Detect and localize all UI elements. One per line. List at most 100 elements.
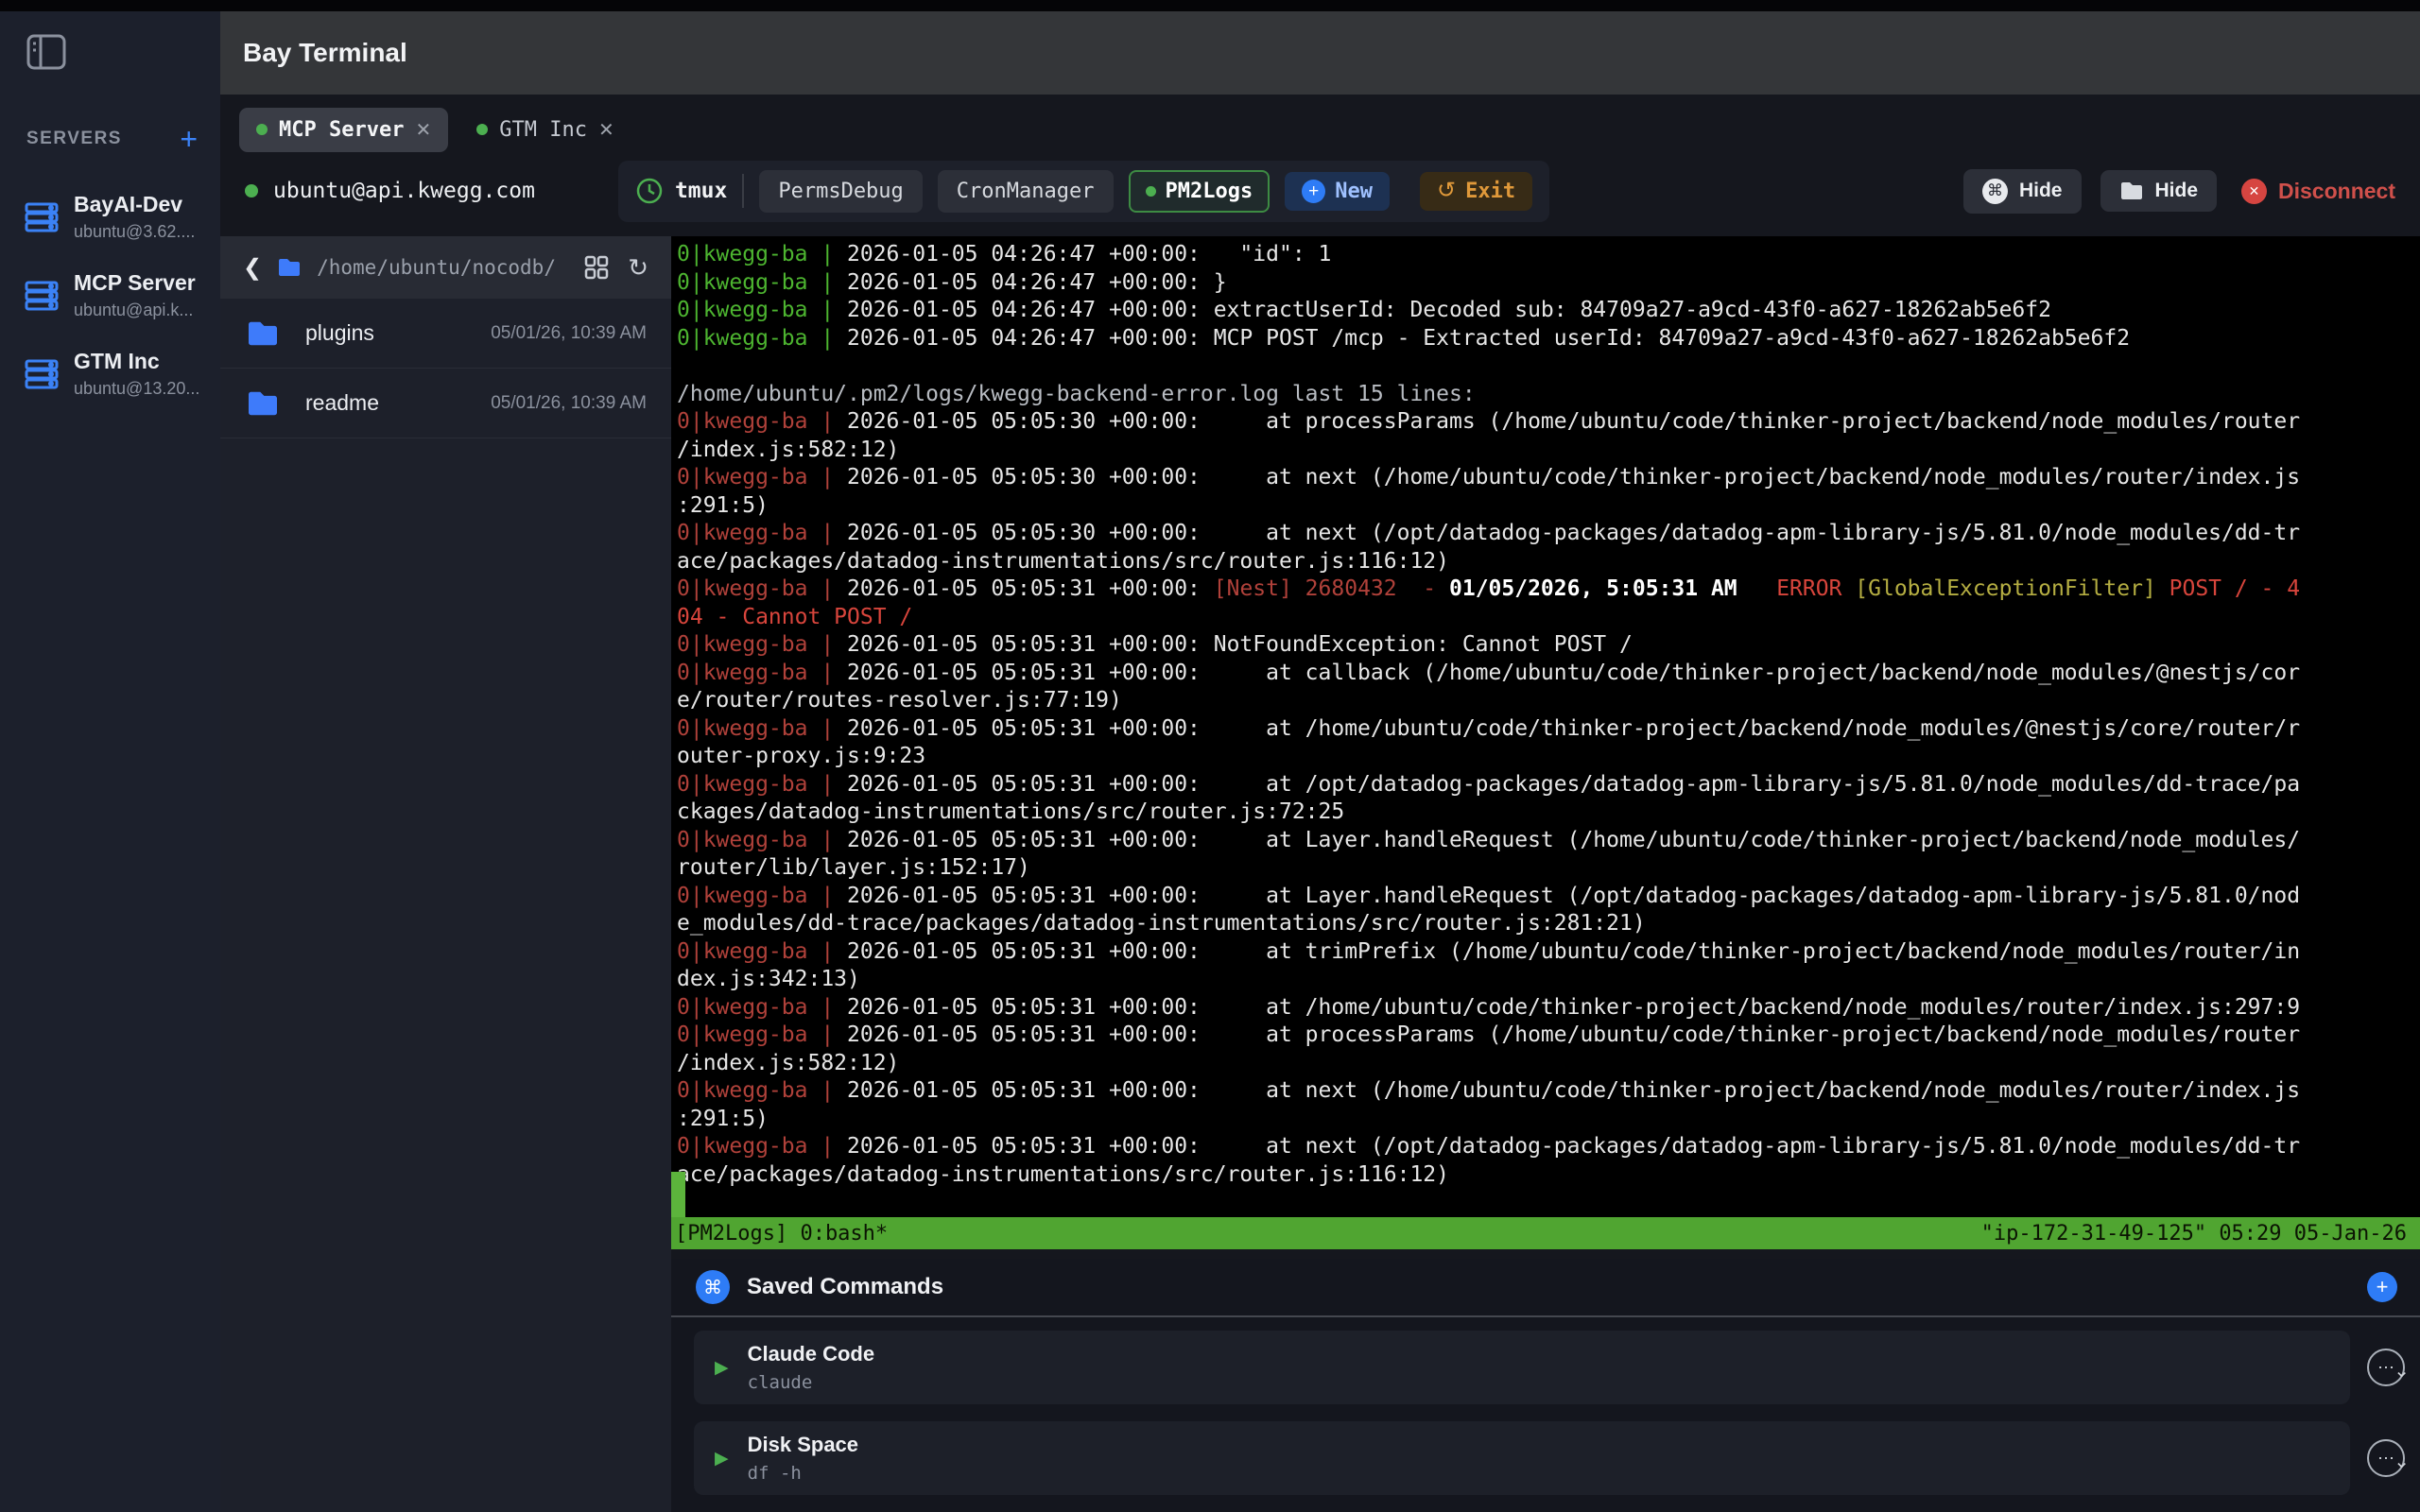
server-item-bayai-dev[interactable]: BayAI-Dev ubuntu@3.62.... — [0, 178, 220, 256]
connection-host-label: ubuntu@api.kwegg.com — [273, 179, 535, 203]
saved-command-claude-code[interactable]: ▶ Claude Code claude — [694, 1331, 2350, 1404]
server-item-gtm-inc[interactable]: GTM Inc ubuntu@13.20... — [0, 335, 220, 413]
folder-icon — [2119, 180, 2144, 201]
clock-icon — [635, 177, 664, 205]
path-bar: ❮ /home/ubuntu/nocodb/ ↻ — [220, 236, 671, 299]
add-server-button[interactable]: + — [180, 129, 198, 148]
tab-mcp-server[interactable]: MCP Server ✕ — [239, 108, 448, 152]
saved-commands-title: Saved Commands — [747, 1274, 2367, 1300]
terminal-cursor — [671, 1172, 685, 1217]
saved-commands-header: ⌘ Saved Commands + — [671, 1259, 2420, 1317]
session-label: PM2Logs — [1166, 180, 1253, 203]
tmux-button[interactable]: tmux — [635, 177, 727, 205]
server-host: ubuntu@api.k... — [74, 301, 196, 320]
hide-label: Hide — [2155, 180, 2199, 202]
file-modified-date: 05/01/26, 10:39 AM — [491, 393, 647, 414]
command-text: df -h — [748, 1463, 858, 1484]
tmux-status-left: [PM2Logs] 0:bash* — [675, 1222, 888, 1246]
session-button-pm2logs[interactable]: PM2Logs — [1129, 170, 1270, 213]
page-title: Bay Terminal — [243, 38, 407, 68]
connection-status-dot-icon — [476, 124, 488, 135]
command-options-icon[interactable]: ⋯ ⌄ — [2367, 1439, 2405, 1477]
tmux-session-group: tmux PermsDebug CronManager PM2Logs + Ne… — [618, 161, 1549, 222]
new-session-label: New — [1335, 180, 1373, 203]
server-icon — [25, 359, 59, 389]
disconnect-label: Disconnect — [2278, 179, 2395, 204]
file-name: plugins — [305, 320, 491, 346]
file-row-plugins[interactable]: plugins 05/01/26, 10:39 AM — [220, 299, 671, 369]
session-button-cronmanager[interactable]: CronManager — [938, 170, 1114, 213]
back-chevron-icon[interactable]: ❮ — [243, 254, 262, 282]
server-name: MCP Server — [74, 270, 196, 296]
saved-command-disk-space[interactable]: ▶ Disk Space df -h — [694, 1421, 2350, 1495]
sidebar-toggle-button[interactable] — [26, 34, 220, 70]
plus-circle-icon: + — [1302, 180, 1325, 203]
command-text: claude — [748, 1372, 874, 1393]
x-circle-icon: ✕ — [2241, 179, 2267, 204]
main-area: MCP Server ✕ GTM Inc ✕ ubuntu@api.kwegg.… — [220, 94, 2420, 1512]
play-icon[interactable]: ▶ — [715, 1448, 729, 1469]
close-icon[interactable]: ✕ — [415, 118, 431, 142]
folder-icon — [245, 389, 281, 418]
server-host: ubuntu@13.20... — [74, 379, 199, 399]
file-browser-panel: ❮ /home/ubuntu/nocodb/ ↻ plugins 05/01 — [220, 236, 671, 1512]
chevron-down-icon: ⌄ — [2394, 1450, 2410, 1473]
hide-label: Hide — [2019, 180, 2063, 202]
exit-arrow-icon: ↺ — [1437, 180, 1456, 202]
tmux-status-right: "ip-172-31-49-125" 05:29 05-Jan-26 — [1981, 1222, 2407, 1246]
server-name: GTM Inc — [74, 349, 199, 374]
server-icon — [25, 281, 59, 311]
server-icon — [25, 202, 59, 232]
tmux-status-bar: [PM2Logs] 0:bash* "ip-172-31-49-125" 05:… — [671, 1217, 2420, 1249]
server-name: BayAI-Dev — [74, 192, 195, 217]
tab-label: MCP Server — [279, 118, 404, 142]
hide-files-button[interactable]: Hide — [2100, 170, 2218, 212]
new-session-button[interactable]: + New — [1285, 172, 1390, 211]
command-name: Claude Code — [748, 1342, 874, 1366]
chevron-down-icon: ⌄ — [2394, 1359, 2410, 1383]
plus-icon: + — [180, 122, 198, 156]
terminal-pane[interactable]: 0|kwegg-ba | 2026-01-05 04:26:47 +00:00:… — [671, 236, 2420, 1249]
current-path: /home/ubuntu/nocodb/ — [317, 256, 569, 279]
connection-toolbar: ubuntu@api.kwegg.com tmux PermsDebug Cro… — [220, 153, 2420, 229]
connection-info: ubuntu@api.kwegg.com — [245, 179, 535, 203]
file-modified-date: 05/01/26, 10:39 AM — [491, 323, 647, 344]
divider — [742, 174, 744, 208]
saved-commands-panel: ⌘ Saved Commands + ▶ Claude Code claude … — [671, 1259, 2420, 1512]
active-session-dot-icon — [1146, 186, 1156, 197]
server-item-mcp-server[interactable]: MCP Server ubuntu@api.k... — [0, 256, 220, 335]
tmux-label: tmux — [675, 179, 727, 203]
tab-gtm-inc[interactable]: GTM Inc ✕ — [459, 108, 631, 152]
exit-session-button[interactable]: ↺ Exit — [1420, 172, 1532, 211]
app-header: Bay Terminal — [220, 11, 2420, 94]
command-icon: ⌘ — [696, 1270, 730, 1304]
servers-sidebar: SERVERS + BayAI-Dev ubuntu@3.62.... — [0, 11, 220, 1512]
grid-view-icon[interactable] — [584, 255, 609, 280]
servers-section-label: SERVERS — [26, 129, 122, 149]
window-top-edge — [0, 0, 2420, 11]
connection-status-dot-icon — [245, 184, 258, 198]
connection-status-dot-icon — [256, 124, 268, 135]
ellipsis-icon: ⋯ — [2377, 1449, 2394, 1469]
tab-label: GTM Inc — [499, 118, 587, 142]
command-options-icon[interactable]: ⋯ ⌄ — [2367, 1349, 2405, 1386]
ellipsis-icon: ⋯ — [2377, 1358, 2394, 1378]
play-icon[interactable]: ▶ — [715, 1357, 729, 1379]
close-icon[interactable]: ✕ — [598, 118, 614, 142]
server-host: ubuntu@3.62.... — [74, 222, 195, 242]
panel-layout-icon — [26, 34, 220, 70]
disconnect-button[interactable]: ✕ Disconnect — [2241, 179, 2395, 204]
command-name: Disk Space — [748, 1433, 858, 1457]
exit-label: Exit — [1465, 180, 1515, 203]
file-row-readme[interactable]: readme 05/01/26, 10:39 AM — [220, 369, 671, 438]
add-command-button[interactable]: + — [2367, 1272, 2397, 1302]
plus-icon: + — [2377, 1275, 2389, 1299]
session-button-permsdebug[interactable]: PermsDebug — [759, 170, 922, 213]
folder-icon — [277, 257, 302, 278]
tab-bar: MCP Server ✕ GTM Inc ✕ — [220, 94, 2420, 153]
file-name: readme — [305, 390, 491, 416]
folder-icon — [245, 319, 281, 348]
terminal-output: 0|kwegg-ba | 2026-01-05 04:26:47 +00:00:… — [677, 242, 2416, 1190]
refresh-icon[interactable]: ↻ — [628, 253, 648, 283]
hide-commands-button[interactable]: ⌘ Hide — [1963, 169, 2082, 214]
